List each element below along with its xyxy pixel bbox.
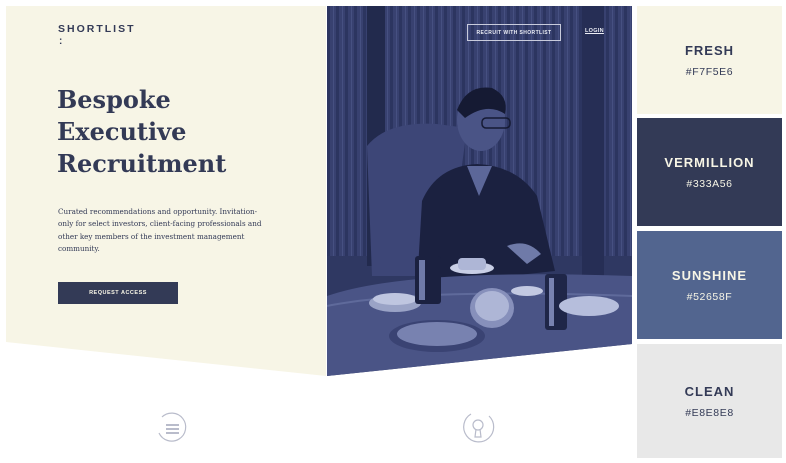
swatch-vermillion: VERMILLION #333A56 <box>637 118 782 226</box>
swatch-clean: CLEAN #E8E8E8 <box>637 344 782 458</box>
landing-left-panel: SHORTLIST : Bespoke Executive Recruitmen… <box>6 6 326 458</box>
hero-title-line: Executive <box>57 117 187 146</box>
swatch-name: FRESH <box>684 42 735 58</box>
request-access-button[interactable]: REQUEST ACCESS <box>58 282 178 304</box>
swatch-name: SUNSHINE <box>671 267 748 283</box>
recruit-with-shortlist-button[interactable]: RECRUIT WITH SHORTLIST <box>467 24 561 41</box>
landing-photo-panel: RECRUIT WITH SHORTLIST LOGIN <box>327 6 632 458</box>
swatch-sunshine: SUNSHINE #52658F <box>637 231 782 339</box>
hero-title-line: Recruitment <box>57 149 227 178</box>
hero-description: Curated recommendations and opportunity.… <box>58 207 262 254</box>
hero-title: Bespoke Executive Recruitment <box>57 84 297 180</box>
swatch-hex: #E8E8E8 <box>685 406 734 419</box>
brand-mark: : <box>59 36 63 47</box>
swatch-name: CLEAN <box>684 383 735 399</box>
swatch-hex: #333A56 <box>686 177 733 190</box>
mockup-frame: SHORTLIST : Bespoke Executive Recruitmen… <box>0 0 786 463</box>
swatch-hex: #52658F <box>686 290 733 303</box>
brand-logo[interactable]: SHORTLIST <box>58 23 136 35</box>
color-palette: FRESH #F7F5E6 VERMILLION #333A56 SUNSHIN… <box>637 6 782 458</box>
swatch-fresh: FRESH #F7F5E6 <box>637 6 782 114</box>
swatch-hex: #F7F5E6 <box>685 65 734 78</box>
lock-icon[interactable] <box>459 409 497 447</box>
swatch-name: VERMILLION <box>664 154 755 170</box>
login-link[interactable]: LOGIN <box>585 28 604 34</box>
menu-icon[interactable] <box>154 409 190 445</box>
hero-title-line: Bespoke <box>57 85 171 114</box>
hero-photo <box>327 6 632 376</box>
